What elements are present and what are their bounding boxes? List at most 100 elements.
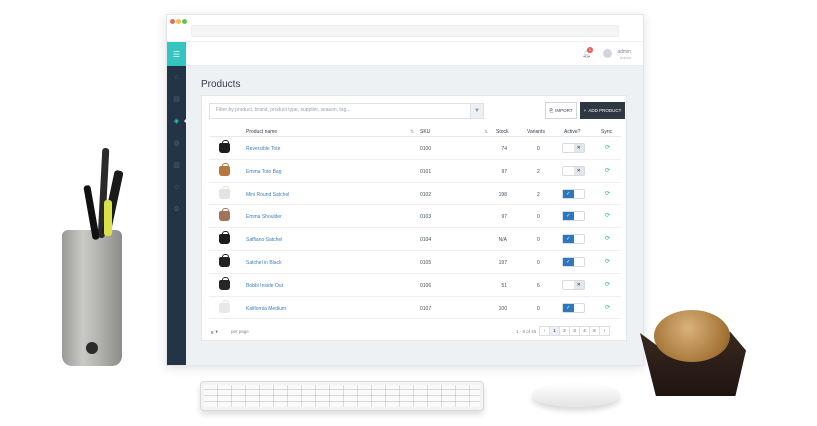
add-product-button[interactable]: + ADD PRODUCT (580, 102, 625, 119)
table-header: Product name ⇅ SKU ⇅ Stock Variants Acti… (209, 126, 621, 137)
highlighter (104, 200, 112, 236)
product-thumbnail[interactable] (219, 253, 230, 267)
product-sku: 0105 (420, 259, 432, 266)
product-thumbnail[interactable] (219, 162, 230, 176)
filter-icon[interactable]: ▼ (470, 104, 483, 118)
product-stock: 198 (498, 191, 507, 198)
minimize-dot[interactable] (176, 19, 181, 24)
active-toggle[interactable]: ✕ (562, 279, 585, 290)
product-thumbnail[interactable] (219, 185, 230, 199)
product-variants: 2 (537, 191, 540, 198)
active-toggle[interactable]: ✓ (562, 256, 585, 267)
sort-icon[interactable]: ⇅ (410, 129, 414, 135)
maximize-dot[interactable] (182, 19, 187, 24)
toggle-off-segment (563, 167, 574, 175)
user-icon[interactable]: ☺ (167, 176, 186, 198)
sync-icon[interactable]: ⟳ (605, 167, 610, 174)
keyboard (200, 381, 484, 411)
table-row[interactable]: Emma Shoulder 0103 97 0 ✓ ⟳ (209, 205, 621, 229)
product-thumbnail[interactable] (219, 208, 230, 222)
search-input[interactable] (216, 107, 466, 113)
table-row[interactable]: Satchel in Black 0105 197 0 ✓ ⟳ (209, 251, 621, 274)
user-role: Admin (619, 55, 631, 60)
header-sku[interactable]: SKU (420, 129, 430, 135)
product-thumbnail[interactable] (219, 231, 230, 245)
gear-icon[interactable]: ⚙ (167, 198, 186, 220)
table-row[interactable]: Emma Tote Bag 0101 97 2 ✕ ⟳ (209, 160, 621, 183)
box-icon[interactable]: ◍ (167, 132, 186, 154)
toggle-off-segment (563, 144, 574, 152)
active-toggle[interactable]: ✓ (562, 211, 585, 222)
x-icon: ✕ (573, 280, 584, 289)
sidebar: ☰ ⌂ ▤ ◈ ◍ ▥ ☺ ⚙ (167, 42, 187, 365)
product-stock: 97 (501, 168, 507, 175)
table-row[interactable]: Mini Round Satchel 0102 198 2 ✓ ⟳ (209, 183, 621, 206)
next-page-button[interactable]: › (599, 326, 610, 336)
active-toggle[interactable]: ✕ (562, 165, 585, 176)
import-button[interactable]: ⎘ IMPORT (545, 102, 577, 119)
sort-icon[interactable]: ⇅ (484, 129, 488, 135)
product-sku: 0106 (420, 282, 432, 289)
sync-icon[interactable]: ⟳ (605, 144, 610, 151)
check-icon: ✓ (563, 235, 574, 244)
product-name-link[interactable]: Mini Round Satchel (246, 192, 289, 198)
table-row[interactable]: Saffiano Satchel 0104 N/A 0 ✓ ⟳ (209, 228, 621, 251)
product-name-link[interactable]: Satchel in Black (246, 260, 282, 266)
active-toggle[interactable]: ✓ (562, 302, 585, 313)
product-variants: 6 (537, 282, 540, 289)
product-sku: 0100 (420, 146, 432, 152)
header-product-name[interactable]: Product name (246, 129, 277, 135)
pagination: ‹ 1 2 3 4 5 › (539, 326, 610, 336)
product-stock: 51 (501, 282, 507, 289)
product-variants: 0 (537, 146, 540, 152)
product-sku: 0101 (420, 168, 432, 175)
avatar[interactable] (603, 49, 612, 58)
address-bar[interactable] (191, 25, 619, 37)
browser-bar (167, 15, 643, 42)
x-icon: ✕ (573, 166, 584, 175)
table-row[interactable]: Bobbi Inside Out 0106 51 6 ✕ ⟳ (209, 274, 621, 297)
product-thumbnail[interactable] (219, 276, 230, 290)
sync-icon[interactable]: ⟳ (605, 190, 610, 197)
table-footer: 8 ▾ per page 1 - 8 of 45 ‹ 1 2 3 4 5 › (209, 326, 621, 338)
product-thumbnail[interactable] (219, 140, 230, 153)
per-page-label: per page (231, 329, 249, 334)
per-page-select[interactable]: 8 ▾ (211, 328, 225, 336)
active-toggle[interactable]: ✕ (562, 143, 585, 153)
sync-icon[interactable]: ⟳ (605, 304, 610, 311)
product-sku: 0102 (420, 191, 432, 198)
close-dot[interactable] (170, 19, 175, 24)
plus-icon: + (583, 108, 587, 113)
active-toggle[interactable]: ✓ (562, 234, 585, 245)
product-name-link[interactable]: Kalifornia Medium (246, 306, 286, 312)
home-icon[interactable]: ⌂ (167, 66, 186, 88)
menu-icon[interactable]: ☰ (167, 42, 186, 66)
product-name-link[interactable]: Reversible Tote (246, 146, 280, 152)
document-icon[interactable]: ▥ (167, 154, 186, 176)
check-icon: ✓ (563, 189, 574, 198)
product-variants: 0 (537, 214, 540, 221)
tag-icon[interactable]: ◈ (167, 110, 187, 132)
product-name-link[interactable]: Saffiano Satchel (246, 237, 282, 243)
product-variants: 2 (537, 168, 540, 175)
header-stock[interactable]: Stock (496, 129, 509, 135)
product-name-link[interactable]: Emma Shoulder (246, 214, 282, 220)
active-toggle[interactable]: ✓ (562, 188, 585, 199)
orders-icon[interactable]: ▤ (167, 88, 186, 110)
sync-icon[interactable]: ⟳ (605, 235, 610, 242)
header-variants[interactable]: Variants (527, 129, 545, 135)
product-stock: N/A (498, 237, 507, 244)
product-name-link[interactable]: Emma Tote Bag (246, 169, 281, 175)
product-name-link[interactable]: Bobbi Inside Out (246, 283, 283, 289)
product-sku: 0103 (420, 214, 432, 221)
header-sync: Sync (601, 129, 613, 135)
product-thumbnail[interactable] (219, 299, 230, 313)
per-page-value: 8 (211, 329, 214, 335)
table-row[interactable]: Reversible Tote 0100 74 0 ✕ ⟳ (209, 137, 621, 160)
sync-icon[interactable]: ⟳ (605, 212, 610, 219)
sync-icon[interactable]: ⟳ (605, 281, 610, 288)
product-stock: 100 (498, 305, 507, 312)
sync-icon[interactable]: ⟳ (605, 258, 610, 265)
header-active: Active? (564, 129, 581, 135)
table-row[interactable]: Kalifornia Medium 0107 100 0 ✓ ⟳ (209, 297, 621, 320)
